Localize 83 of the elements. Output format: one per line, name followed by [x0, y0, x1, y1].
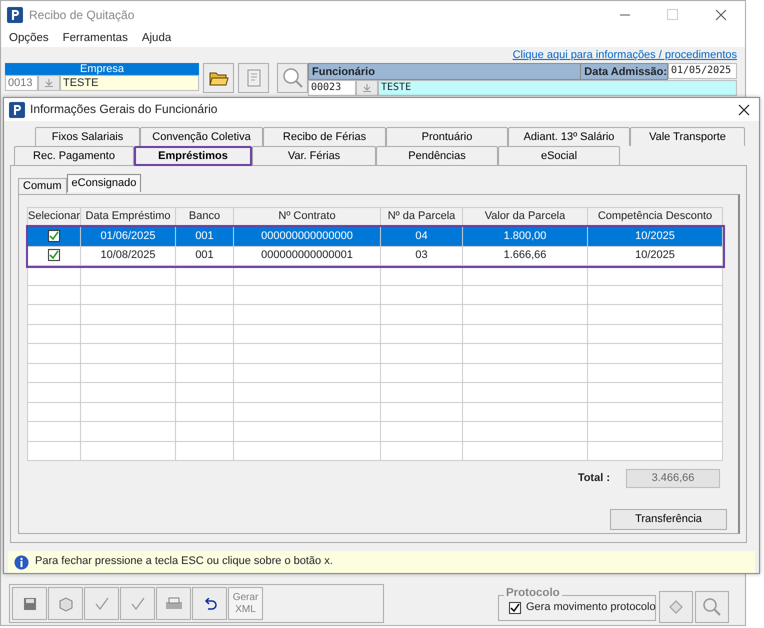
tab[interactable]: Var. Férias [252, 146, 376, 165]
checkbox-label: Gera movimento protocolo [526, 601, 656, 615]
tab[interactable]: Recibo de Férias [263, 127, 386, 146]
undo-icon [202, 598, 216, 610]
search-icon [701, 596, 723, 618]
tab[interactable]: Pendências [376, 146, 498, 165]
down-arrow-icon [363, 84, 371, 92]
subtab[interactable]: Comum [18, 178, 67, 194]
folder-button[interactable] [203, 63, 234, 93]
help-link[interactable]: Clique aqui para informações / procedimentos [512, 48, 737, 62]
subtab[interactable]: eConsignado [66, 174, 142, 192]
table-cell: 000000000000000 [234, 226, 380, 246]
total-field: 3.466,66 [626, 469, 720, 488]
column-header: Banco [176, 208, 234, 226]
table-row[interactable]: 01/06/2025 001 000000000000000 04 1.800,00 10/2025 [28, 226, 722, 246]
employee-name-field[interactable]: TESTE [378, 80, 737, 96]
admission-date-field[interactable]: 01/05/2025 [668, 63, 737, 79]
menu-item[interactable]: Ajuda [142, 31, 172, 45]
table-row[interactable]: 10/08/2025 001 000000000000001 03 1.666,66 10/2025 [28, 246, 722, 266]
company-code-field[interactable]: 0013 [5, 75, 38, 91]
column-header: Competência Desconto [588, 208, 722, 226]
cube-icon [58, 596, 74, 612]
table-cell: 1.666,66 [462, 246, 588, 266]
app-logo-icon [7, 7, 23, 23]
dialog-title: Informações Gerais do Funcionário [30, 102, 218, 117]
tab[interactable]: Fixos Salariais [35, 127, 140, 146]
close-icon[interactable] [738, 104, 750, 116]
check-icon [130, 596, 146, 610]
row-checkbox[interactable] [48, 230, 60, 242]
table-cell: 10/2025 [588, 246, 722, 266]
check-icon [94, 596, 110, 610]
table-cell: 03 [380, 246, 462, 266]
menu-item[interactable]: Opções [9, 31, 49, 45]
search-button[interactable] [277, 63, 308, 93]
column-header: Selecionar [28, 208, 80, 226]
menu-item[interactable]: Ferramentas [62, 31, 128, 45]
app-logo-icon [9, 102, 25, 118]
tab[interactable]: Vale Transporte [630, 127, 745, 146]
lookup-button[interactable] [38, 75, 60, 91]
employee-label: Funcionário [308, 63, 582, 80]
table-cell: 1.800,00 [462, 226, 588, 246]
undo-button[interactable] [192, 587, 227, 620]
column-header: Nº da Parcela [380, 208, 462, 226]
printer-icon [164, 596, 182, 610]
total-label: Total : [578, 472, 610, 486]
table-cell: 01/06/2025 [80, 226, 176, 246]
table-cell: 001 [176, 226, 234, 246]
column-header: Nº Contrato [234, 208, 380, 226]
down-arrow-icon [45, 79, 53, 87]
check-button[interactable] [84, 587, 119, 620]
close-icon[interactable] [715, 9, 727, 21]
tab[interactable]: Prontuário [386, 127, 508, 146]
protocol-checkbox[interactable] [509, 602, 521, 614]
document-icon [244, 68, 262, 88]
save-button[interactable] [12, 587, 47, 620]
column-header: Valor da Parcela [462, 208, 588, 226]
tab[interactable]: Adiant. 13º Salário [508, 127, 630, 146]
table-cell: 000000000000001 [234, 246, 380, 266]
search-icon [280, 66, 304, 90]
info-message: Para fechar pressione a tecla ESC ou clique sobre o botão x. [35, 555, 333, 569]
maximize-icon [667, 9, 679, 21]
tab[interactable]: Empréstimos [134, 146, 252, 166]
table-cell: 001 [176, 246, 234, 266]
transfer-button[interactable]: Transferência [610, 509, 727, 530]
diamond-icon [669, 600, 683, 614]
admission-label: Data Admissão: [581, 63, 668, 80]
folder-icon [208, 70, 228, 86]
lookup-button[interactable] [356, 80, 378, 96]
tab[interactable]: Convenção Coletiva [140, 127, 263, 146]
tab[interactable]: eSocial [498, 146, 620, 165]
company-name-field[interactable]: TESTE [60, 75, 199, 91]
table-cell: 10/08/2025 [80, 246, 176, 266]
empresa-label: Empresa [5, 63, 199, 75]
search-button[interactable] [695, 591, 729, 623]
window-title: Recibo de Quitação [29, 8, 134, 22]
column-header: Data Empréstimo [80, 208, 176, 226]
info-icon [14, 554, 29, 570]
table-cell: 04 [380, 226, 462, 246]
row-checkbox[interactable] [48, 249, 60, 262]
check-button[interactable] [120, 587, 155, 620]
employee-code-field[interactable]: 00023 [308, 80, 356, 96]
tab[interactable]: Rec. Pagamento [14, 146, 134, 165]
table-cell: 10/2025 [588, 226, 722, 246]
